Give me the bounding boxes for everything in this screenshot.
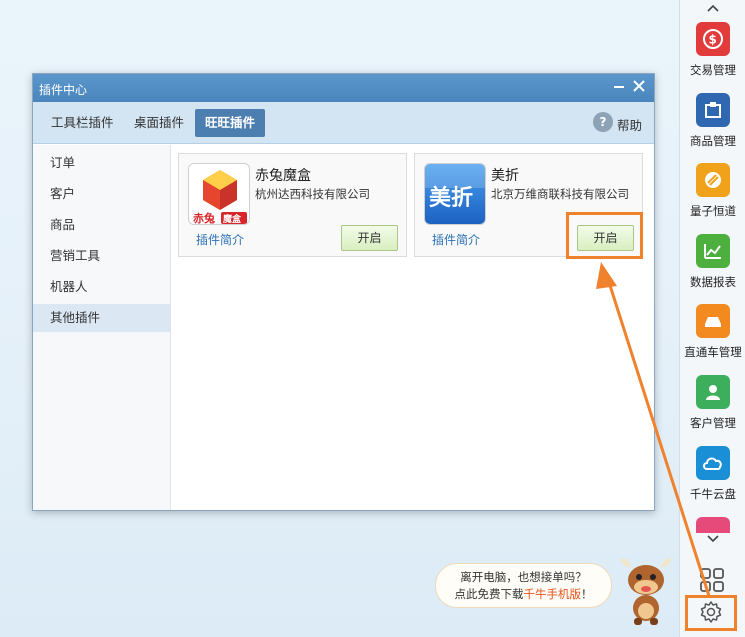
dock-label: 商品管理 [690,134,736,148]
sidebar-item-robot[interactable]: 机器人 [33,273,170,301]
plugin-category-sidebar: 订单 客户 商品 营销工具 机器人 其他插件 [33,145,171,510]
dock-item-trade[interactable]: $ 交易管理 [680,22,745,90]
tab-desktop-plugins[interactable]: 桌面插件 [124,109,194,137]
dock-item-through-train[interactable]: 直通车管理 [680,304,745,372]
sidebar-item-customers[interactable]: 客户 [33,180,170,208]
highlight-box [566,212,643,259]
goods-icon [696,93,730,127]
svg-text:$: $ [709,33,717,47]
plugin-list: 赤兔 魔盒 赤兔魔盒 杭州达西科技有限公司 插件简介 开启 美折 美折 北京万维… [172,145,654,510]
close-icon[interactable] [630,77,648,95]
cloud-icon [696,446,730,480]
tab-wangwang-plugins[interactable]: 旺旺插件 [195,109,266,137]
sidebar-item-marketing-tools[interactable]: 营销工具 [33,242,170,270]
plugin-intro-link[interactable]: 插件简介 [432,231,480,248]
dock-scroll-down-icon[interactable] [680,533,745,545]
dock-label: 千牛云盘 [690,487,736,501]
plugin-tabbar: 工具栏插件 桌面插件 旺旺插件 ? 帮助 [33,102,654,144]
plugin-name: 美折 [491,168,519,184]
plugin-name: 赤兔魔盒 [255,168,311,184]
dock-label: 客户管理 [690,416,736,430]
help-icon[interactable]: ? [593,112,613,132]
promo-highlight[interactable]: 千牛手机版 [524,587,582,601]
dock-item-quantum[interactable]: 量子恒道 [680,163,745,231]
help-link[interactable]: 帮助 [617,115,642,134]
svg-text:美折: 美折 [429,185,473,211]
plugin-center-window: 插件中心 工具栏插件 桌面插件 旺旺插件 ? 帮助 订单 客户 商品 营销工具 … [32,73,655,511]
dock-item-cloud-disk[interactable]: 千牛云盘 [680,446,745,514]
promo-line-1: 离开电脑，也想接单吗？ [460,570,587,584]
bag-icon[interactable] [696,517,730,533]
svg-text:赤兔: 赤兔 [193,211,215,225]
plugin-company: 杭州达西科技有限公司 [255,187,370,201]
cow-mascot-icon [618,556,674,626]
chitu-logo-icon: 赤兔 魔盒 [188,163,250,225]
right-dock: $ 交易管理 商品管理 量子恒道 数据报表 直通车管理 客户管理 千牛云盘 [679,0,745,637]
dock-item-data-report[interactable]: 数据报表 [680,234,745,302]
tab-toolbar-plugins[interactable]: 工具栏插件 [41,109,124,137]
customer-icon [696,375,730,409]
dock-scroll-up-icon[interactable] [680,0,745,16]
dock-label: 数据报表 [690,275,736,289]
minimize-icon[interactable] [610,77,628,95]
dock-label: 直通车管理 [684,345,742,359]
dock-item-customer[interactable]: 客户管理 [680,375,745,443]
meizhe-logo-icon: 美折 [424,163,486,225]
plugin-intro-link[interactable]: 插件简介 [196,231,244,248]
sidebar-item-orders[interactable]: 订单 [33,149,170,177]
sidebar-item-goods[interactable]: 商品 [33,211,170,239]
dock-item-goods[interactable]: 商品管理 [680,93,745,161]
app-grid-icon[interactable] [699,567,725,593]
promo-line-2: 点此免费下载千牛手机版！ [454,587,593,601]
dock-label: 量子恒道 [690,204,736,218]
svg-text:魔盒: 魔盒 [222,213,242,225]
window-titlebar[interactable]: 插件中心 [33,74,654,102]
mobile-promo-bubble[interactable]: 离开电脑，也想接单吗？ 点此免费下载千牛手机版！ [435,563,612,608]
trade-icon: $ [696,22,730,56]
sidebar-item-other-plugins[interactable]: 其他插件 [33,304,170,332]
plugin-card: 赤兔 魔盒 赤兔魔盒 杭州达西科技有限公司 插件简介 开启 [178,153,407,257]
chart-report-icon [696,234,730,268]
settings-button[interactable] [685,595,737,631]
gear-icon [699,600,723,627]
window-title: 插件中心 [39,83,88,97]
dock-label: 交易管理 [690,63,736,77]
quantum-icon [696,163,730,197]
enable-plugin-button[interactable]: 开启 [341,225,398,251]
car-icon [696,304,730,338]
plugin-company: 北京万维商联科技有限公司 [491,187,629,201]
